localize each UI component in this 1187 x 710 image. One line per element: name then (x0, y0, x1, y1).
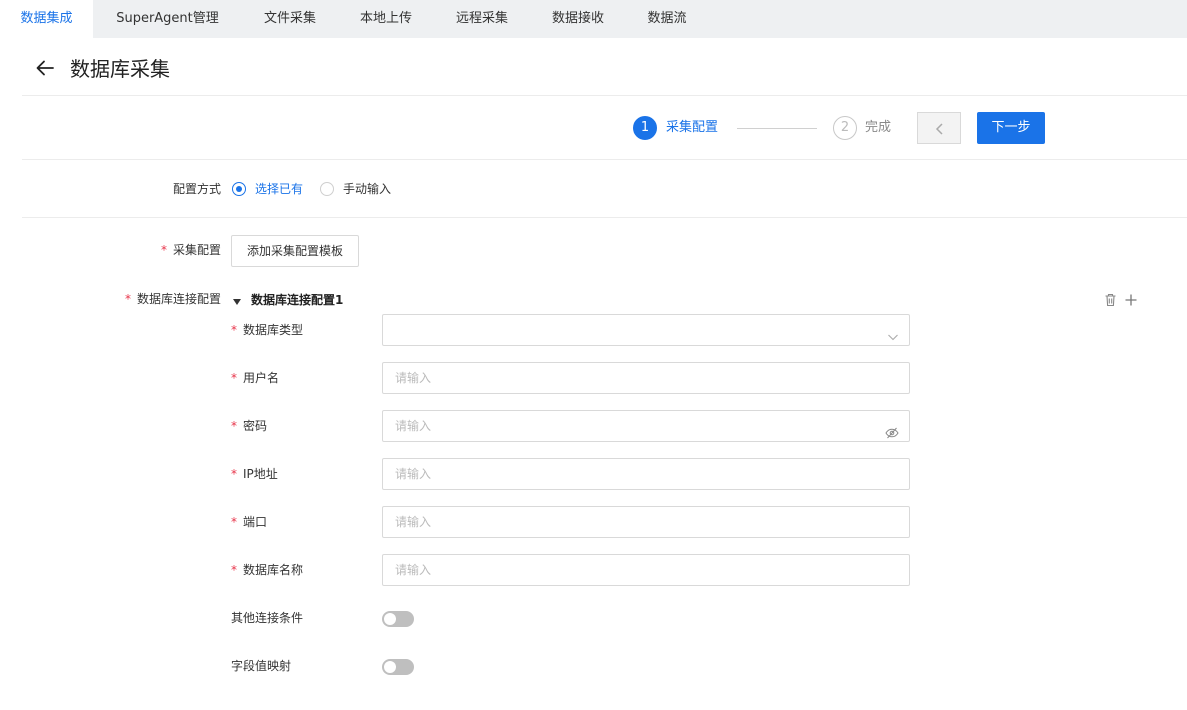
eye-off-icon[interactable] (885, 420, 899, 450)
step-2-indicator: 2 (833, 116, 857, 140)
step-1-indicator: 1 (633, 116, 657, 140)
db-type-select[interactable] (382, 314, 910, 346)
prev-step-button[interactable] (917, 112, 961, 144)
divider (22, 217, 1187, 218)
divider (22, 159, 1187, 160)
tab-file-collect[interactable]: 文件采集 (244, 0, 336, 38)
plus-icon[interactable] (1124, 293, 1138, 310)
other-conditions-switch[interactable] (382, 611, 414, 627)
radio-manual-input[interactable] (320, 182, 334, 196)
field-mapping-switch[interactable] (382, 659, 414, 675)
db-connection-label: * 数据库连接配置 (124, 292, 221, 306)
tab-data-receive[interactable]: 数据接收 (532, 0, 624, 38)
db-type-label: * 数据库类型 (231, 323, 304, 337)
tab-data-integration[interactable]: 数据集成 (0, 0, 93, 38)
radio-select-existing[interactable] (232, 182, 246, 196)
db-name-input[interactable]: 请输入 (382, 554, 910, 586)
step-connector (737, 128, 817, 129)
db-connection-section-title: 数据库连接配置1 (251, 293, 344, 307)
field-mapping-label: 字段值映射 (231, 659, 292, 673)
collect-config-label: * 采集配置 (160, 243, 221, 257)
username-input[interactable]: 请输入 (382, 362, 910, 394)
tab-remote-collect[interactable]: 远程采集 (436, 0, 528, 38)
ip-address-input[interactable]: 请输入 (382, 458, 910, 490)
config-mode-label: 配置方式 (172, 182, 221, 196)
add-collect-template-button[interactable]: 添加采集配置模板 (231, 235, 359, 267)
divider (22, 95, 1187, 96)
db-name-label: * 数据库名称 (231, 563, 304, 577)
caret-down-icon[interactable] (232, 295, 242, 309)
ip-address-label: * IP地址 (231, 467, 278, 481)
chevron-down-icon (887, 324, 899, 354)
next-step-button[interactable]: 下一步 (977, 112, 1045, 144)
other-conditions-label: 其他连接条件 (231, 611, 304, 625)
top-tab-bar: 数据集成 SuperAgent管理 文件采集 本地上传 远程采集 数据接收 数据… (0, 0, 1187, 38)
port-label: * 端口 (231, 515, 268, 529)
username-label: * 用户名 (231, 371, 280, 385)
tab-superagent[interactable]: SuperAgent管理 (96, 0, 239, 38)
tab-local-upload[interactable]: 本地上传 (340, 0, 432, 38)
password-label: * 密码 (231, 419, 268, 433)
arrow-left-icon[interactable] (34, 57, 56, 79)
password-input[interactable]: 请输入 (382, 410, 910, 442)
port-input[interactable]: 请输入 (382, 506, 910, 538)
radio-manual-input-label[interactable]: 手动输入 (343, 179, 391, 199)
trash-icon[interactable] (1104, 293, 1117, 310)
tab-data-flow[interactable]: 数据流 (628, 0, 706, 38)
page-title: 数据库采集 (70, 57, 170, 81)
step-1-label: 采集配置 (666, 120, 719, 135)
step-2-label: 完成 (865, 120, 892, 135)
chevron-left-icon (935, 123, 943, 135)
radio-select-existing-label[interactable]: 选择已有 (255, 179, 303, 199)
